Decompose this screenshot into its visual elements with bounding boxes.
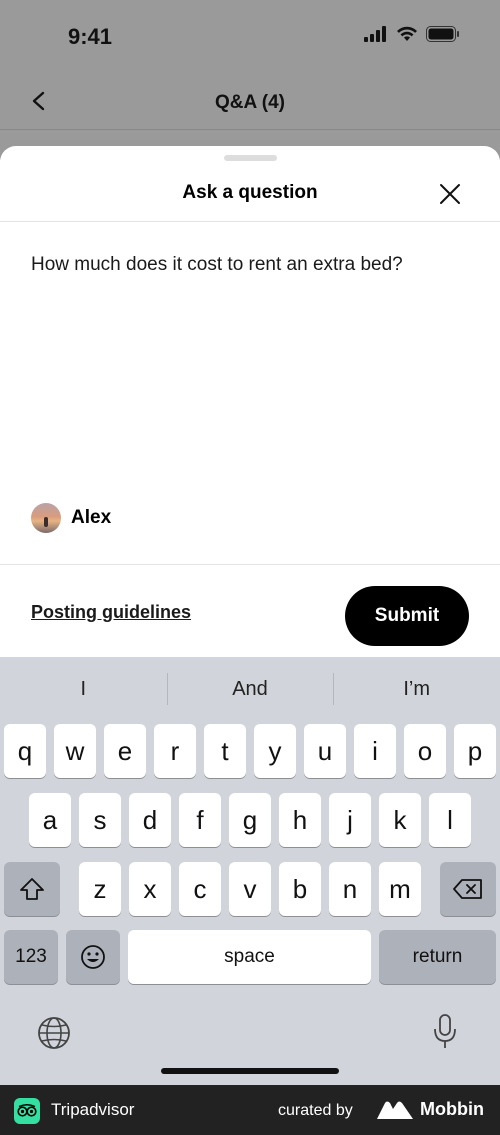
wifi-icon — [397, 26, 417, 41]
author-name: Alex — [71, 507, 112, 528]
ask-question-sheet: Ask a question How much does it cost to … — [0, 146, 500, 657]
sheet-grabber[interactable] — [224, 155, 277, 161]
home-indicator — [161, 1068, 339, 1074]
key-j[interactable]: j — [329, 793, 371, 847]
key-k[interactable]: k — [379, 793, 421, 847]
emoji-key[interactable] — [66, 930, 120, 984]
key-o[interactable]: o — [404, 724, 446, 778]
divider — [0, 564, 500, 565]
posting-guidelines-link[interactable]: Posting guidelines — [31, 602, 191, 623]
sheet-header: Ask a question — [0, 170, 500, 222]
key-y[interactable]: y — [254, 724, 296, 778]
key-n[interactable]: n — [329, 862, 371, 916]
emoji-icon — [81, 945, 105, 969]
space-key[interactable]: space — [128, 930, 371, 984]
mobbin-name: Mobbin — [420, 1099, 484, 1119]
key-h[interactable]: h — [279, 793, 321, 847]
background-page: 9:41 Q&A (4) — [0, 0, 500, 160]
avatar — [31, 503, 61, 533]
microphone-icon[interactable] — [432, 1013, 458, 1051]
tripadvisor-name: Tripadvisor — [51, 1100, 135, 1119]
key-s[interactable]: s — [79, 793, 121, 847]
key-r[interactable]: r — [154, 724, 196, 778]
status-time: 9:41 — [68, 24, 113, 49]
key-v[interactable]: v — [229, 862, 271, 916]
battery-icon — [426, 26, 459, 42]
sheet-title: Ask a question — [182, 182, 318, 203]
status-icons — [364, 26, 460, 42]
key-a[interactable]: a — [29, 793, 71, 847]
submit-button[interactable]: Submit — [345, 586, 469, 646]
key-c[interactable]: c — [179, 862, 221, 916]
key-b[interactable]: b — [279, 862, 321, 916]
key-u[interactable]: u — [304, 724, 346, 778]
key-l[interactable]: l — [429, 793, 471, 847]
status-bar: 9:41 — [0, 0, 500, 72]
shift-icon — [20, 878, 44, 900]
owl-icon — [17, 1104, 37, 1117]
signal-icon — [364, 26, 386, 42]
numbers-key[interactable]: 123 — [4, 930, 58, 984]
key-z[interactable]: z — [79, 862, 121, 916]
key-x[interactable]: x — [129, 862, 171, 916]
key-p[interactable]: p — [454, 724, 496, 778]
background-page-title: Q&A (4) — [214, 92, 286, 113]
key-w[interactable]: w — [54, 724, 96, 778]
key-f[interactable]: f — [179, 793, 221, 847]
key-e[interactable]: e — [104, 724, 146, 778]
question-input[interactable]: How much does it cost to rent an extra b… — [31, 254, 403, 276]
key-t[interactable]: t — [204, 724, 246, 778]
close-icon[interactable] — [436, 180, 464, 208]
key-q[interactable]: q — [4, 724, 46, 778]
key-d[interactable]: d — [129, 793, 171, 847]
suggestion-item[interactable]: I’m — [333, 667, 500, 711]
delete-key[interactable] — [440, 862, 496, 916]
mobbin-logo-icon — [377, 1101, 413, 1119]
author: Alex — [31, 503, 111, 533]
branding-bar: Tripadvisor curated by Mobbin — [0, 1085, 500, 1135]
backspace-icon — [453, 879, 482, 899]
key-i[interactable]: i — [354, 724, 396, 778]
return-key[interactable]: return — [379, 930, 496, 984]
globe-icon[interactable] — [36, 1015, 72, 1051]
key-m[interactable]: m — [379, 862, 421, 916]
key-g[interactable]: g — [229, 793, 271, 847]
background-header: Q&A (4) — [0, 72, 500, 130]
curated-by-label: curated by — [278, 1102, 353, 1119]
keyboard: I And I’m q w e r t y u i o p a s d f g … — [0, 657, 500, 1085]
suggestion-item[interactable]: And — [166, 667, 334, 711]
suggestion-item[interactable]: I — [0, 667, 167, 711]
tripadvisor-logo — [14, 1098, 40, 1124]
shift-key[interactable] — [4, 862, 60, 916]
suggestion-bar: I And I’m — [0, 667, 500, 711]
